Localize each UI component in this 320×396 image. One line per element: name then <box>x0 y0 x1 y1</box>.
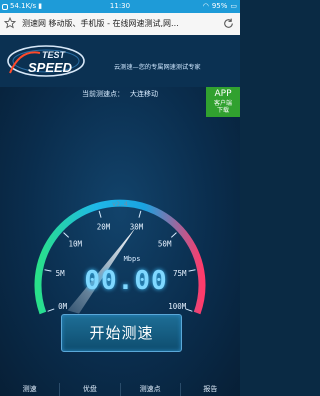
gauge-tick-mark <box>185 308 193 312</box>
nav-item-report[interactable]: 报告 <box>181 383 240 396</box>
battery-percent: 95% <box>211 2 228 10</box>
status-bar: 54.1K/s ▮ 11:30 ◠ 95% ▭ <box>0 0 240 13</box>
gauge-tick-label: 50M <box>158 240 172 249</box>
gauge-tick-label: 0M <box>58 302 68 311</box>
gauge-tick-mark <box>63 232 70 238</box>
speed-unit: Mbps <box>124 255 141 263</box>
gauge-tick-mark <box>188 269 196 272</box>
site-header: TEST SPEED 云测速—您的专属网速测试专家 <box>0 35 240 87</box>
gauge-tick-label: 30M <box>130 222 144 231</box>
speed-reading: 00.00 <box>84 266 167 296</box>
gauge-tick-mark <box>170 232 177 238</box>
gauge-tick-mark <box>47 308 55 312</box>
test-speed-logo[interactable]: TEST SPEED <box>6 43 98 79</box>
gauge-tick-label: 100M <box>168 302 187 311</box>
nav-item-usb[interactable]: 优盘 <box>60 383 121 396</box>
bookmark-star-icon[interactable] <box>4 17 16 29</box>
gauge-tick-label: 20M <box>97 222 111 231</box>
status-right: ◠ 95% ▭ <box>203 0 237 13</box>
nav-item-nodes[interactable]: 测速点 <box>121 383 181 396</box>
gauge-tick-mark <box>98 210 102 218</box>
battery-icon: ▭ <box>230 2 237 10</box>
nav-item-speedtest[interactable]: 测速 <box>0 383 61 396</box>
gauge-arc <box>34 199 206 315</box>
speed-test-panel: 当前测速点： 大连移动 APP 客户端 下载 0M 5M 10M 20M 30M 50M 75… <box>0 87 240 396</box>
bottom-nav: 测速 优盘 测速点 报告 <box>0 383 240 396</box>
logo-text-bottom: SPEED <box>28 60 73 75</box>
gauge-tick-mark <box>44 269 52 272</box>
gauge-tick-label: 75M <box>173 269 187 278</box>
gauge-tick-label: 5M <box>56 269 66 278</box>
page-title[interactable]: 测速网 移动版、手机版 - 在线网速测试,网... <box>22 13 212 35</box>
start-test-button[interactable]: 开始测速 <box>61 314 182 352</box>
gauge-version: v2.4 <box>112 200 128 208</box>
browser-title-bar: 测速网 移动版、手机版 - 在线网速测试,网... <box>0 13 240 36</box>
gauge-tick-mark <box>138 210 142 218</box>
logo-text-top: TEST <box>42 50 67 60</box>
wifi-icon: ◠ <box>202 2 209 10</box>
site-slogan: 云测速—您的专属网速测试专家 <box>114 64 201 71</box>
refresh-icon[interactable] <box>222 17 235 30</box>
gauge-tick-label: 10M <box>69 240 83 249</box>
